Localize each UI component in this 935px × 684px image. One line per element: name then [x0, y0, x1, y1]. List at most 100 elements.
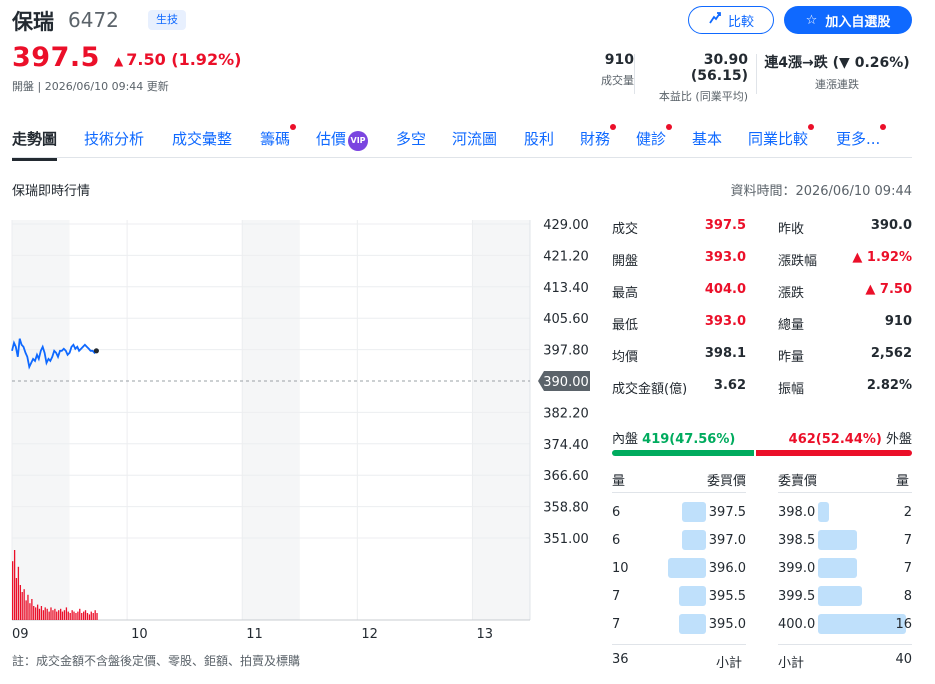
stock-name: 保瑞 — [12, 10, 54, 34]
order-book: 量 委買價 委賣價 量 6 397.5 398.0 2 6 397.0 398.5 7 10 39… — [612, 468, 912, 678]
bid-depth-bar — [682, 502, 706, 522]
volume-bar — [88, 614, 91, 620]
quote-row: 振幅 2.82% — [778, 378, 912, 398]
quote-label: 昨收 — [778, 222, 805, 237]
volume-bar — [71, 610, 73, 620]
bid-depth-bar — [668, 558, 706, 578]
data-timestamp: 資料時間：2026/06/10 09:44 — [730, 184, 912, 199]
tab-label: 財務 — [580, 130, 611, 148]
divider — [756, 54, 757, 94]
volume-bar — [33, 606, 35, 620]
y-tick-label: 397.80 — [543, 344, 589, 359]
volume-bar — [94, 610, 96, 620]
volume-bar — [86, 613, 89, 620]
ask-price: 398.5 — [778, 533, 816, 548]
volume-bar — [92, 613, 94, 620]
quote-value: 2,562 — [870, 346, 912, 361]
tab-chips[interactable]: 籌碼 — [260, 124, 297, 149]
bid-qty: 7 — [612, 589, 621, 604]
compare-button[interactable]: 比較 — [688, 6, 774, 34]
tab-label: 多空 — [396, 130, 427, 148]
streak-value: 連4漲→跌 (▼ 0.26%) — [764, 55, 910, 71]
tab-dividend[interactable]: 股利 — [524, 128, 554, 149]
bid-price-header: 委買價 — [706, 474, 746, 489]
quote-row: 昨量 2,562 — [778, 346, 912, 366]
bid-qty: 7 — [612, 617, 621, 632]
quote-label: 最高 — [612, 286, 639, 301]
volume-bar — [48, 611, 50, 620]
x-tick-label: 11 — [246, 627, 263, 642]
hour-band — [12, 220, 70, 620]
subtotal-ask-qty: 40 — [895, 652, 912, 667]
volume-bar — [17, 566, 20, 620]
volume-bar — [83, 611, 85, 620]
volume-bar — [77, 611, 79, 620]
tab-label: 同業比較 — [748, 130, 809, 148]
x-tick-label: 13 — [476, 627, 493, 642]
volume-bar — [38, 608, 41, 620]
volume-bar — [84, 610, 87, 620]
volume-bar — [69, 613, 71, 620]
pe-value: 30.90 (56.15) — [690, 52, 748, 84]
outer-label: 外盤 — [885, 432, 912, 447]
price-change-value: 7.50 (1.92%) — [126, 50, 242, 69]
hour-band — [242, 220, 300, 620]
quote-row: 最低 393.0 — [612, 314, 746, 334]
quote-row: 總量 910 — [778, 314, 912, 334]
inner-value: 419(47.56%) — [642, 432, 736, 447]
volume-bar — [42, 610, 45, 620]
quote-label: 最低 — [612, 318, 639, 333]
quote-label: 開盤 — [612, 254, 639, 269]
tab-peer-compare[interactable]: 同業比較 — [748, 124, 815, 149]
volume-bar — [56, 611, 58, 620]
volume-bar — [96, 613, 98, 620]
subtotal-bid-qty: 36 — [612, 652, 629, 667]
streak-label: 連漲連跌 — [815, 78, 859, 91]
outer-value: 462(52.44%) — [788, 432, 882, 447]
add-watchlist-button[interactable]: ☆ 加入自選股 — [784, 6, 912, 34]
ask-qty: 7 — [903, 561, 912, 576]
tab-valuation[interactable]: 估價 VIP — [316, 128, 369, 151]
divider — [778, 492, 912, 493]
bid-price: 395.0 — [708, 617, 746, 632]
y-tick-label: 374.40 — [543, 438, 589, 453]
tab-basic[interactable]: 基本 — [692, 128, 722, 149]
bid-depth-bar — [679, 586, 706, 606]
notification-dot — [880, 124, 887, 130]
intraday-chart[interactable]: 429.00 421.20 413.40 405.60 397.80 382.20 374.… — [0, 210, 600, 650]
ask-price: 398.0 — [778, 505, 816, 520]
quote-value: 393.0 — [704, 250, 746, 265]
outer-ratio-bar — [756, 450, 912, 456]
ask-price-header: 委賣價 — [778, 474, 818, 489]
ask-depth-bar — [818, 558, 857, 578]
tab-trade-summary[interactable]: 成交彙整 — [172, 128, 232, 149]
quote-value: 397.5 — [704, 218, 746, 233]
tab-technical[interactable]: 技術分析 — [84, 128, 144, 149]
sector-badge[interactable]: 生技 — [148, 10, 186, 30]
volume-bar — [31, 599, 33, 620]
tab-label: 成交彙整 — [172, 130, 233, 148]
tab-label: 河流圖 — [452, 130, 498, 148]
y-tick-label: 351.00 — [543, 532, 589, 547]
y-tick-label: 382.20 — [543, 406, 589, 421]
volume-bar — [21, 592, 23, 620]
quote-row: 昨收 390.0 — [778, 218, 912, 238]
tab-more[interactable]: 更多... — [836, 124, 887, 149]
x-tick-label: 10 — [131, 627, 148, 642]
quote-value: 398.1 — [704, 346, 746, 361]
tab-bull-bear[interactable]: 多空 — [396, 128, 426, 149]
divider — [634, 54, 635, 94]
volume-bar — [63, 610, 66, 620]
tab-financials[interactable]: 財務 — [580, 124, 617, 149]
tab-label: 更多... — [836, 130, 881, 148]
tab-river-chart[interactable]: 河流圖 — [452, 128, 497, 149]
subtotal-label: 小計 — [778, 656, 805, 671]
quote-row: 均價 398.1 — [612, 346, 746, 366]
tab-trend[interactable]: 走勢圖 — [12, 128, 58, 161]
tab-label: 健診 — [636, 130, 667, 148]
divider — [778, 644, 912, 645]
bid-price: 396.0 — [708, 561, 746, 576]
stock-header: 保瑞 6472 生技 397.5 ▲ 7.50 (1.92%) 開盤 | 2026… — [12, 4, 924, 103]
tab-health-check[interactable]: 健診 — [636, 124, 673, 149]
volume-bar — [46, 608, 48, 620]
